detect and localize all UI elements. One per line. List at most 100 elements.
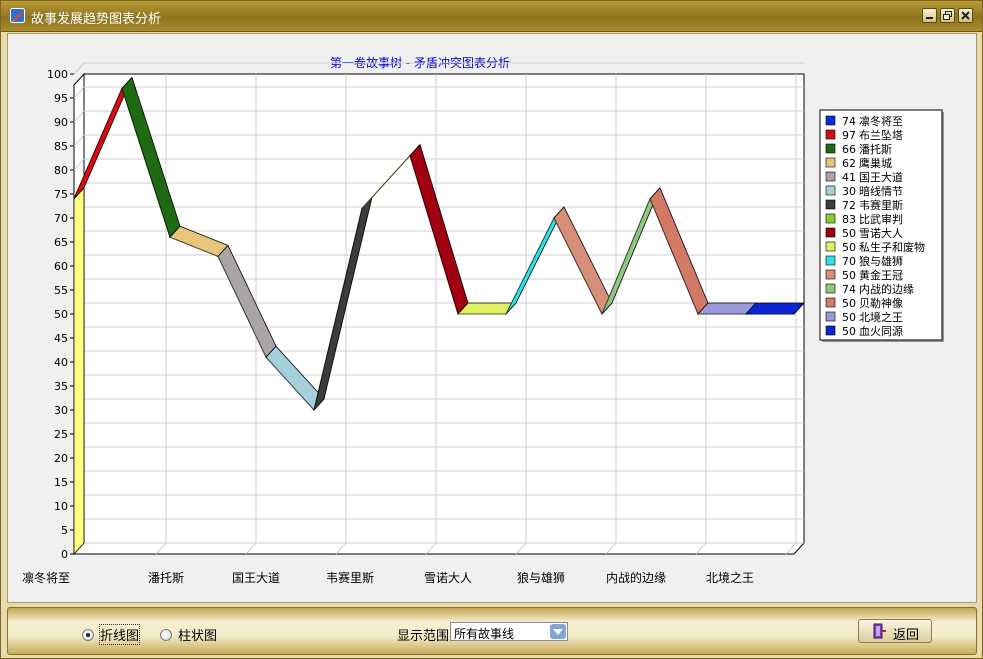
y-tick-label: 65: [54, 236, 68, 249]
line-chart-radio[interactable]: 折线图: [82, 624, 141, 645]
bottom-toolbar: 折线图 柱状图 显示范围 所有故事线 返回: [7, 607, 977, 655]
data-point: [169, 236, 171, 238]
range-select[interactable]: 所有故事线: [450, 622, 568, 641]
data-point: [457, 313, 459, 315]
legend-swatch: [825, 115, 836, 126]
legend-label: 布兰坠塔: [859, 129, 903, 142]
legend-value: 83: [842, 213, 856, 226]
plot-floor: [72, 542, 806, 555]
legend-swatch: [825, 199, 836, 210]
back-button-label: 返回: [893, 628, 920, 643]
legend-value: 72: [842, 199, 856, 212]
y-tick-label: 30: [54, 404, 68, 417]
x-tick-label: 国王大道: [232, 571, 280, 585]
data-point: [601, 313, 603, 315]
gridline-left-wall: [73, 62, 85, 75]
legend-label: 凛冬将至: [859, 114, 903, 128]
y-tick-label: 80: [54, 164, 68, 177]
legend-value: 97: [842, 129, 856, 142]
radio-unselected-icon: [160, 628, 172, 641]
chart-panel: 第一卷故事树 - 矛盾冲突图表分析 0 5 10 15 20 25 30 35 40 45 50 55 6…: [7, 33, 977, 603]
y-tick-label: 20: [54, 452, 68, 465]
legend-swatch: [825, 143, 836, 154]
y-tick-label: 25: [54, 428, 68, 441]
legend-swatch: [825, 283, 836, 294]
x-tick-label: 韦赛里斯: [326, 570, 374, 585]
app-window: 故事发展趋势图表分析 第一卷故事树 - 矛盾冲突图表分析 0 5 10 15 20 25 30…: [0, 0, 983, 659]
legend-swatch: [825, 241, 836, 252]
legend-swatch: [825, 129, 836, 140]
y-tick-label: 5: [61, 524, 68, 537]
y-tick-label: 75: [54, 188, 68, 201]
y-tick-label: 10: [54, 500, 68, 513]
back-button[interactable]: 返回: [858, 619, 932, 643]
restore-icon: [943, 11, 952, 20]
legend-value: 41: [842, 171, 856, 184]
legend-swatch: [825, 185, 836, 196]
y-tick-label: 70: [54, 212, 68, 225]
legend-label: 雪诺大人: [859, 226, 903, 240]
x-tick-label: 雪诺大人: [424, 571, 472, 585]
legend-swatch: [825, 157, 836, 168]
legend-label: 国王大道: [859, 170, 903, 184]
legend-label: 内战的边缘: [859, 282, 914, 296]
legend-swatch: [825, 171, 836, 182]
y-tick-label: 45: [54, 332, 68, 345]
data-point: [793, 313, 795, 315]
legend-value: 70: [842, 255, 856, 268]
series-start-ribbon: [73, 186, 85, 556]
data-point: [697, 313, 699, 315]
close-button[interactable]: [958, 8, 973, 23]
legend-swatch: [825, 311, 836, 322]
legend-value: 62: [842, 157, 856, 170]
y-tick-label: 35: [54, 380, 68, 393]
x-tick-label: 潘托斯: [148, 571, 184, 585]
legend-value: 30: [842, 185, 856, 198]
data-point: [121, 87, 123, 89]
range-label: 显示范围: [397, 629, 450, 644]
legend-value: 74: [842, 283, 856, 296]
radio-selected-icon: [82, 628, 94, 641]
line-chart-label: 折线图: [98, 624, 141, 645]
y-tick-label: 85: [54, 140, 68, 153]
close-icon: [961, 11, 970, 20]
chevron-down-icon[interactable]: [550, 624, 566, 639]
y-tick-label: 60: [54, 260, 68, 273]
legend-swatch: [825, 269, 836, 280]
data-point: [649, 198, 651, 200]
legend-label: 比武审判: [859, 212, 903, 226]
exit-door-icon: [873, 623, 886, 639]
legend-swatch: [825, 325, 836, 336]
x-tick-label: 狼与雄狮: [517, 570, 565, 585]
data-point: [745, 313, 747, 315]
data-point: [505, 313, 507, 315]
minimize-icon: [926, 17, 933, 19]
legend-value: 50: [842, 311, 856, 324]
data-point: [217, 255, 219, 257]
y-tick-label: 0: [61, 548, 68, 561]
legend-swatch: [825, 255, 836, 266]
legend-label: 狼与雄狮: [859, 254, 903, 268]
title-bar[interactable]: 故事发展趋势图表分析: [1, 1, 982, 32]
legend-value: 50: [842, 325, 856, 338]
legend-label: 北境之王: [859, 310, 903, 324]
y-tick-label: 100: [47, 68, 68, 81]
legend-label: 私生子和废物: [859, 240, 925, 254]
x-tick-label: 内战的边缘: [606, 570, 666, 585]
legend-swatch: [825, 213, 836, 224]
y-tick-label: 55: [54, 284, 68, 297]
y-tick-label: 95: [54, 92, 68, 105]
y-tick-label: 90: [54, 116, 68, 129]
data-point: [265, 356, 267, 358]
legend-label: 鹰巢城: [859, 156, 892, 170]
data-point: [361, 207, 363, 209]
line-chart: 第一卷故事树 - 矛盾冲突图表分析05101520253035404550556…: [22, 55, 944, 585]
minimize-button[interactable]: [922, 8, 937, 23]
bar-chart-radio[interactable]: 柱状图: [160, 625, 217, 644]
legend-swatch: [825, 297, 836, 308]
legend-value: 50: [842, 269, 856, 282]
legend-label: 黄金王冠: [859, 268, 903, 282]
range-select-value: 所有故事线: [454, 627, 515, 641]
legend-label: 暗线情节: [859, 184, 903, 198]
restore-button[interactable]: [940, 8, 955, 23]
